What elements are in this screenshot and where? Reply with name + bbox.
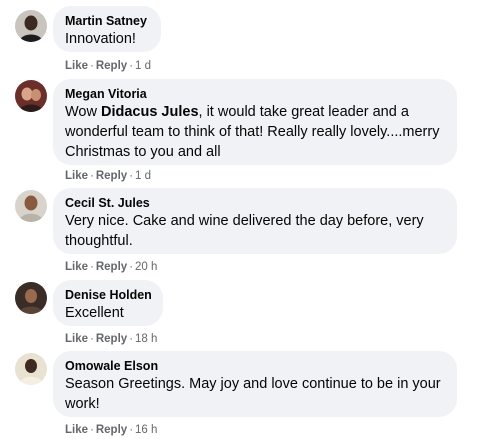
comment-text: Season Greetings. May joy and love conti… xyxy=(65,376,441,412)
reply-button[interactable]: Reply xyxy=(96,170,127,182)
separator: · xyxy=(129,170,134,182)
comment-text: Very nice. Cake and wine delivered the d… xyxy=(65,213,424,249)
comment-text: Innovation! xyxy=(65,31,136,47)
comment-actions: Like · Reply · 18 h xyxy=(65,332,157,346)
comment-bubble: Denise Holden Excellent xyxy=(53,280,163,326)
comment-actions: Like · Reply · 1 d xyxy=(65,169,151,183)
comment-actions: Like · Reply · 16 h xyxy=(65,423,157,437)
reply-button[interactable]: Reply xyxy=(96,333,127,345)
comment-timestamp[interactable]: 1 d xyxy=(135,60,151,72)
comment-actions: Like · Reply · 1 d xyxy=(65,59,151,73)
reply-button[interactable]: Reply xyxy=(96,60,127,72)
comment-bubble: Martin Satney Innovation! xyxy=(53,6,161,52)
comment-text: Excellent xyxy=(65,305,124,321)
comment-actions: Like · Reply · 20 h xyxy=(65,260,157,274)
like-button[interactable]: Like xyxy=(65,60,88,72)
separator: · xyxy=(90,424,94,436)
reply-button[interactable]: Reply xyxy=(96,261,127,273)
separator: · xyxy=(129,60,134,72)
like-button[interactable]: Like xyxy=(65,170,88,182)
avatar[interactable] xyxy=(15,10,47,42)
comment-timestamp[interactable]: 1 d xyxy=(135,170,151,182)
comment-timestamp[interactable]: 20 h xyxy=(135,261,157,273)
separator: · xyxy=(129,333,134,345)
comment-timestamp[interactable]: 16 h xyxy=(135,424,157,436)
comment-text: Wow Didacus Jules, it would take great l… xyxy=(65,102,445,162)
separator: · xyxy=(129,424,134,436)
separator: · xyxy=(90,261,94,273)
mention-link[interactable]: Didacus Jules xyxy=(101,104,199,120)
like-button[interactable]: Like xyxy=(65,261,88,273)
comment-author[interactable]: Martin Satney xyxy=(65,13,149,29)
comment-author[interactable]: Cecil St. Jules xyxy=(65,195,445,211)
separator: · xyxy=(90,170,94,182)
like-button[interactable]: Like xyxy=(65,333,88,345)
comment-author[interactable]: Omowale Elson xyxy=(65,358,445,374)
like-button[interactable]: Like xyxy=(65,424,88,436)
comment-bubble: Cecil St. Jules Very nice. Cake and wine… xyxy=(53,188,457,254)
avatar[interactable] xyxy=(15,282,47,314)
avatar[interactable] xyxy=(15,190,47,222)
separator: · xyxy=(90,60,94,72)
reply-button[interactable]: Reply xyxy=(96,424,127,436)
avatar[interactable] xyxy=(15,353,47,385)
avatar[interactable] xyxy=(15,80,47,112)
comment-bubble: Omowale Elson Season Greetings. May joy … xyxy=(53,351,457,417)
comment-author[interactable]: Denise Holden xyxy=(65,287,152,303)
comment-author[interactable]: Megan Vitoria xyxy=(65,86,445,102)
comment-bubble: Megan Vitoria Wow Didacus Jules, it woul… xyxy=(53,79,457,165)
separator: · xyxy=(90,333,94,345)
separator: · xyxy=(129,261,134,273)
comment-text-part: Wow xyxy=(65,104,101,120)
comment-timestamp[interactable]: 18 h xyxy=(135,333,157,345)
